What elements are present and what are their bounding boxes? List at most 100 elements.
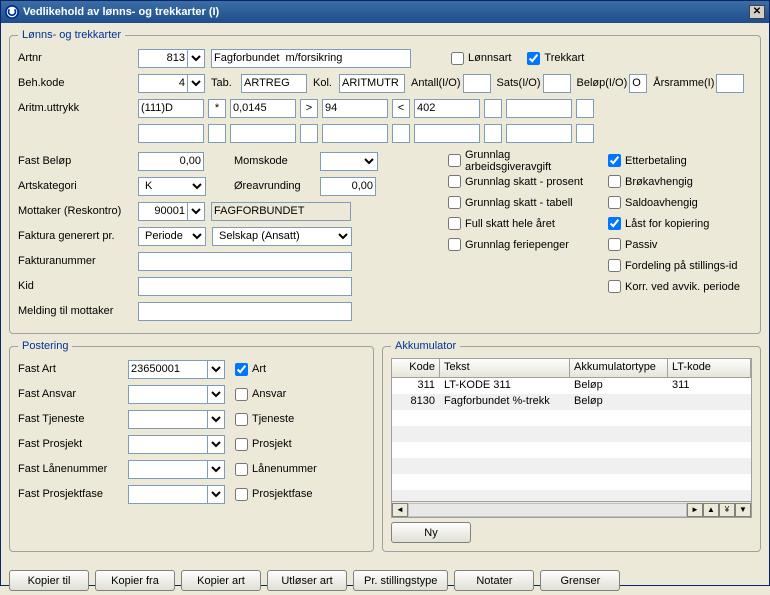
- lonnsart-checkbox-row[interactable]: Lønnsart: [451, 50, 511, 67]
- aritm-op5[interactable]: [576, 99, 594, 118]
- oreavrunding-input[interactable]: [320, 177, 376, 196]
- tab-input[interactable]: [241, 74, 307, 93]
- fastfase-input[interactable]: [128, 485, 208, 504]
- korr-avvik-checkbox[interactable]: [608, 280, 621, 293]
- fastprosjekt-chk-row[interactable]: Prosjekt: [235, 436, 292, 453]
- fasttjeneste-chk-row[interactable]: Tjeneste: [235, 411, 294, 428]
- aritm-op1[interactable]: [208, 99, 226, 118]
- ny-button[interactable]: Ny: [391, 522, 471, 543]
- korr-avvik-row[interactable]: Korr. ved avvik. periode: [608, 278, 752, 295]
- fastprosjekt-input[interactable]: [128, 435, 208, 454]
- kopier-fra-button[interactable]: Kopier fra: [95, 570, 175, 591]
- fastlaan-chk-row[interactable]: Lånenummer: [235, 461, 317, 478]
- full-skatt-row[interactable]: Full skatt hele året: [448, 215, 598, 232]
- scroll-left-icon[interactable]: ◄: [392, 503, 408, 517]
- fastbelop-input[interactable]: [138, 152, 204, 171]
- fasttjeneste-input[interactable]: [128, 410, 208, 429]
- fastprosjekt-checkbox[interactable]: [235, 438, 248, 451]
- aritm-p3[interactable]: [322, 99, 388, 118]
- grunnlag-ferie-row[interactable]: Grunnlag feriepenger: [448, 236, 598, 253]
- aritm-r2-op4[interactable]: [484, 124, 502, 143]
- aritm-r2-p3[interactable]: [322, 124, 388, 143]
- brokavhengig-row[interactable]: Brøkavhengig: [608, 173, 752, 190]
- full-skatt-checkbox[interactable]: [448, 217, 461, 230]
- belop-input[interactable]: [629, 74, 647, 93]
- antall-input[interactable]: [463, 74, 491, 93]
- akktype-header[interactable]: Akkumulatortype: [570, 359, 668, 377]
- aritm-p4[interactable]: [414, 99, 480, 118]
- tekst-header[interactable]: Tekst: [440, 359, 570, 377]
- fastansvar-input[interactable]: [128, 385, 208, 404]
- grunnlag-skatt-pros-checkbox[interactable]: [448, 175, 461, 188]
- aritm-op4[interactable]: [484, 99, 502, 118]
- close-button[interactable]: ✕: [749, 5, 765, 19]
- fastansvar-dropdown[interactable]: [207, 385, 225, 404]
- fordeling-checkbox[interactable]: [608, 259, 621, 272]
- kopier-art-button[interactable]: Kopier art: [181, 570, 261, 591]
- momskode-select[interactable]: [320, 152, 378, 171]
- akk-tbody[interactable]: 311 LT-KODE 311 Beløp 311 8130 Fagforbun…: [392, 378, 751, 501]
- fastart-chk-row[interactable]: Art: [235, 361, 266, 378]
- aritm-p2[interactable]: [230, 99, 296, 118]
- aritm-r2-p4[interactable]: [414, 124, 480, 143]
- fastansvar-chk-row[interactable]: Ansvar: [235, 386, 286, 403]
- sats-input[interactable]: [543, 74, 571, 93]
- kol-input[interactable]: [339, 74, 405, 93]
- scroll-right-icon[interactable]: ►: [687, 503, 703, 517]
- fastart-input[interactable]: [128, 360, 208, 379]
- aritm-r2-p5[interactable]: [506, 124, 572, 143]
- mottaker-dropdown[interactable]: [187, 202, 205, 221]
- fastlaan-input[interactable]: [128, 460, 208, 479]
- melding-input[interactable]: [138, 302, 352, 321]
- saldoavhengig-row[interactable]: Saldoavhengig: [608, 194, 752, 211]
- aritm-r2-p2[interactable]: [230, 124, 296, 143]
- lonnsart-checkbox[interactable]: [451, 52, 464, 65]
- grunnlag-arb-checkbox[interactable]: [448, 154, 461, 167]
- aritm-op3[interactable]: [392, 99, 410, 118]
- aritm-p1[interactable]: [138, 99, 204, 118]
- aritm-r2-p1[interactable]: [138, 124, 204, 143]
- artnr-input[interactable]: [138, 49, 188, 68]
- aritm-r2-op3[interactable]: [392, 124, 410, 143]
- pr-stillingstype-button[interactable]: Pr. stillingstype: [353, 570, 448, 591]
- kopier-til-button[interactable]: Kopier til: [9, 570, 89, 591]
- aritm-r2-op2[interactable]: [300, 124, 318, 143]
- grunnlag-ferie-checkbox[interactable]: [448, 238, 461, 251]
- etterbetaling-row[interactable]: Etterbetaling: [608, 152, 752, 169]
- fastansvar-checkbox[interactable]: [235, 388, 248, 401]
- fastfase-checkbox[interactable]: [235, 488, 248, 501]
- aritm-r2-op5[interactable]: [576, 124, 594, 143]
- kode-header[interactable]: Kode: [392, 359, 440, 377]
- artskategori-select[interactable]: K: [138, 177, 206, 196]
- artnr-dropdown[interactable]: [187, 49, 205, 68]
- fastlaan-dropdown[interactable]: [207, 460, 225, 479]
- arsramme-input[interactable]: [716, 74, 744, 93]
- behkode-input[interactable]: [138, 74, 188, 93]
- aritm-p5[interactable]: [506, 99, 572, 118]
- aritm-op2[interactable]: [300, 99, 318, 118]
- grenser-button[interactable]: Grenser: [540, 570, 620, 591]
- grunnlag-skatt-pros-row[interactable]: Grunnlag skatt - prosent: [448, 173, 598, 190]
- nav-first-icon[interactable]: ▲: [703, 503, 719, 517]
- aritm-r2-op1[interactable]: [208, 124, 226, 143]
- kid-input[interactable]: [138, 277, 352, 296]
- fastart-dropdown[interactable]: [207, 360, 225, 379]
- notater-button[interactable]: Notater: [454, 570, 534, 591]
- grunnlag-arb-row[interactable]: Grunnlag arbeidsgiveravgift: [448, 152, 598, 169]
- ltkode-header[interactable]: LT-kode: [668, 359, 751, 377]
- utloser-art-button[interactable]: Utløser art: [267, 570, 347, 591]
- artnr-desc-input[interactable]: [211, 49, 411, 68]
- passiv-row[interactable]: Passiv: [608, 236, 752, 253]
- fastfase-chk-row[interactable]: Prosjektfase: [235, 486, 313, 503]
- laast-checkbox[interactable]: [608, 217, 621, 230]
- trekkart-checkbox-row[interactable]: Trekkart: [527, 50, 584, 67]
- brokavhengig-checkbox[interactable]: [608, 175, 621, 188]
- fakturagen-select[interactable]: Periode: [138, 227, 206, 246]
- saldoavhengig-checkbox[interactable]: [608, 196, 621, 209]
- passiv-checkbox[interactable]: [608, 238, 621, 251]
- fastprosjekt-dropdown[interactable]: [207, 435, 225, 454]
- laast-row[interactable]: Låst for kopiering: [608, 215, 752, 232]
- fordeling-row[interactable]: Fordeling på stillings-id: [608, 257, 752, 274]
- fastart-checkbox[interactable]: [235, 363, 248, 376]
- trekkart-checkbox[interactable]: [527, 52, 540, 65]
